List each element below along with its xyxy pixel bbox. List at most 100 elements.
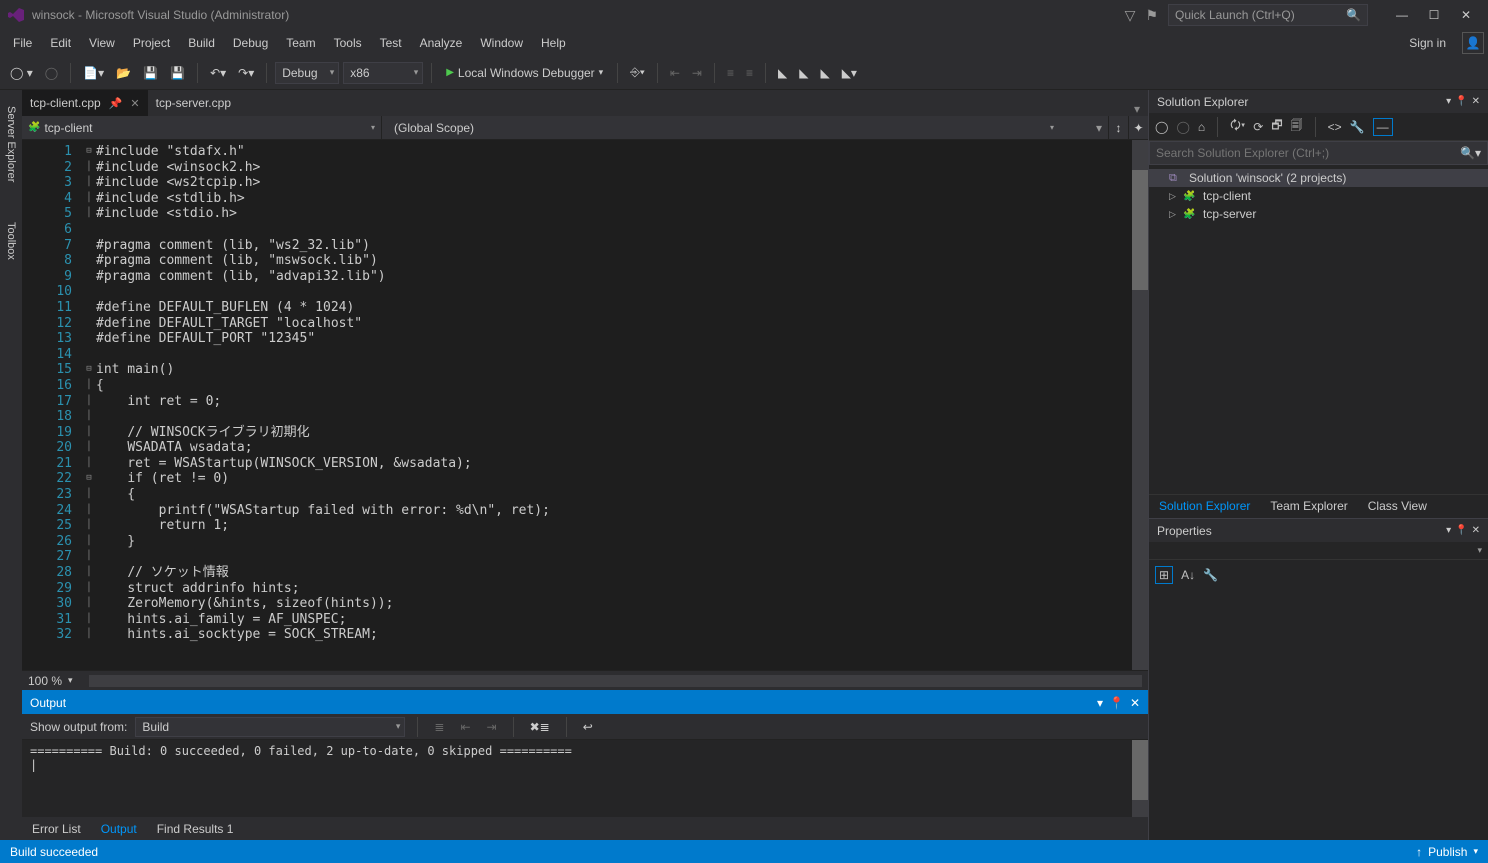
menu-team[interactable]: Team (277, 32, 324, 54)
menu-tools[interactable]: Tools (325, 32, 371, 54)
back-icon[interactable]: ◯ (1155, 120, 1168, 134)
window-dropdown-icon[interactable]: ▾ (1097, 696, 1103, 710)
menu-project[interactable]: Project (124, 32, 179, 54)
menu-window[interactable]: Window (471, 32, 532, 54)
pin-icon[interactable]: 📌 (109, 97, 123, 110)
output-body[interactable]: ========== Build: 0 succeeded, 0 failed,… (22, 740, 1148, 817)
menu-build[interactable]: Build (179, 32, 224, 54)
window-dropdown-icon[interactable]: ▾ (1446, 525, 1451, 536)
preview-icon[interactable]: — (1373, 118, 1393, 136)
menu-test[interactable]: Test (371, 32, 411, 54)
signin-link[interactable]: Sign in (1399, 32, 1456, 54)
pin-icon[interactable]: 📍 (1455, 525, 1467, 536)
undo-icon[interactable]: ↶▾ (206, 64, 230, 82)
tab-find-results[interactable]: Find Results 1 (147, 819, 244, 839)
nav-dd-icon[interactable]: ▾ (1096, 121, 1102, 135)
properties-icon[interactable]: 🔧 (1350, 120, 1365, 134)
tab-class-view[interactable]: Class View (1358, 495, 1437, 518)
toolbox-tab[interactable]: Toolbox (3, 212, 19, 270)
sync-icon[interactable]: 🗘▾ (1230, 116, 1245, 137)
refresh-icon[interactable]: ⟳ (1253, 120, 1263, 134)
property-pages-icon[interactable]: 🔧 (1203, 568, 1218, 582)
split-view-button[interactable]: ↕ (1108, 116, 1128, 139)
tab-tcp-server[interactable]: tcp-server.cpp (148, 90, 239, 116)
zoom-level[interactable]: 100 % (28, 674, 62, 688)
save-all-icon[interactable]: 💾 (166, 64, 189, 82)
output-header[interactable]: Output ▾ 📍 ✕ (22, 691, 1148, 714)
indent-icon[interactable]: ⇥ (688, 64, 706, 82)
bookmark-prev-icon[interactable]: ◣ (795, 64, 812, 82)
comment-icon[interactable]: ≡ (723, 64, 738, 82)
bookmark-next-icon[interactable]: ◣ (816, 64, 833, 82)
tree-project-node[interactable]: ▷ 🧩 tcp-client (1149, 187, 1488, 205)
solution-explorer-search[interactable]: 🔍▾ (1149, 141, 1488, 165)
horizontal-scrollbar[interactable] (89, 675, 1142, 687)
menu-file[interactable]: File (4, 32, 41, 54)
next-msg-icon[interactable]: ⇥ (483, 718, 501, 736)
categorized-icon[interactable]: ⊞ (1155, 566, 1173, 584)
quick-launch-input[interactable]: Quick Launch (Ctrl+Q) 🔍 (1168, 4, 1368, 26)
pin-icon[interactable]: 📍 (1109, 696, 1124, 710)
expand-icon[interactable]: ▷ (1169, 191, 1179, 202)
nav-fwd-icon[interactable]: ◯ (41, 64, 62, 82)
close-icon[interactable]: ✕ (1472, 525, 1480, 536)
output-scrollbar[interactable] (1132, 740, 1148, 817)
goto-msg-icon[interactable]: ≣ (430, 718, 448, 736)
tree-project-node[interactable]: ▷ 🧩 tcp-server (1149, 205, 1488, 223)
solution-explorer-search-input[interactable] (1156, 146, 1460, 160)
solution-tree[interactable]: ⧉ Solution 'winsock' (2 projects) ▷ 🧩 tc… (1149, 165, 1488, 494)
nav-scope-right[interactable]: (Global Scope) (382, 116, 1060, 139)
tab-solution-explorer[interactable]: Solution Explorer (1149, 495, 1260, 518)
properties-grid[interactable] (1149, 590, 1488, 840)
tab-overflow-button[interactable]: ▾ (1126, 102, 1148, 116)
collapse-icon[interactable]: 🗗 (1271, 116, 1282, 137)
redo-icon[interactable]: ↷▾ (234, 64, 258, 82)
tab-tcp-client[interactable]: tcp-client.cpp 📌 ✕ (22, 90, 148, 116)
nav-back-icon[interactable]: ◯ ▾ (6, 64, 37, 82)
properties-object-select[interactable]: ▾ (1149, 542, 1488, 560)
window-dropdown-icon[interactable]: ▾ (1446, 96, 1451, 107)
code-editor[interactable]: 1234567891011121314151617181920212223242… (22, 140, 1148, 670)
pin-icon[interactable]: 📍 (1455, 96, 1467, 107)
scroll-thumb[interactable] (1132, 170, 1148, 290)
filter-icon[interactable]: ▽ (1125, 7, 1136, 24)
zoom-dropdown-icon[interactable]: ▾ (68, 675, 73, 686)
code-content[interactable]: #include "stdafx.h"#include <winsock2.h>… (96, 140, 1148, 670)
notifications-icon[interactable]: ⚑ (1145, 7, 1158, 24)
tab-output[interactable]: Output (91, 819, 147, 839)
new-project-icon[interactable]: 📄▾ (79, 64, 108, 82)
server-explorer-tab[interactable]: Server Explorer (3, 96, 19, 192)
vertical-scrollbar[interactable] (1132, 140, 1148, 670)
expand-button[interactable]: ✦ (1128, 116, 1148, 139)
menu-view[interactable]: View (80, 32, 124, 54)
menu-help[interactable]: Help (532, 32, 575, 54)
open-icon[interactable]: 📂 (112, 64, 135, 82)
view-code-icon[interactable]: <> (1328, 120, 1342, 134)
word-wrap-icon[interactable]: ↩ (579, 718, 597, 736)
start-debugger-button[interactable]: ▶ Local Windows Debugger ▾ (440, 64, 609, 82)
config-select[interactable]: Debug (275, 62, 339, 84)
properties-header[interactable]: Properties ▾ 📍 ✕ (1149, 519, 1488, 542)
home-icon[interactable]: ⌂ (1198, 120, 1205, 134)
fwd-icon[interactable]: ◯ (1176, 120, 1189, 134)
save-icon[interactable]: 💾 (139, 64, 162, 82)
prev-msg-icon[interactable]: ⇤ (456, 718, 474, 736)
menu-edit[interactable]: Edit (41, 32, 80, 54)
menu-debug[interactable]: Debug (224, 32, 277, 54)
tab-error-list[interactable]: Error List (22, 819, 91, 839)
outdent-icon[interactable]: ⇤ (666, 64, 684, 82)
close-icon[interactable]: ✕ (1472, 96, 1480, 107)
publish-button[interactable]: ↑ Publish ▾ (1416, 845, 1478, 859)
maximize-button[interactable]: ☐ (1420, 5, 1448, 25)
scroll-thumb[interactable] (1132, 740, 1148, 800)
fold-column[interactable]: ⊟││││⊟││││││⊟││││││││││ (82, 140, 96, 670)
close-icon[interactable]: ✕ (130, 97, 139, 110)
alphabetical-icon[interactable]: A↓ (1181, 568, 1195, 582)
step-icon[interactable]: ⎆▾ (626, 63, 649, 82)
menu-analyze[interactable]: Analyze (411, 32, 472, 54)
tree-solution-node[interactable]: ⧉ Solution 'winsock' (2 projects) (1149, 169, 1488, 187)
user-icon[interactable]: 👤 (1462, 32, 1484, 54)
bookmark-toggle-icon[interactable]: ◣ (774, 64, 791, 82)
bookmark-clear-icon[interactable]: ◣▾ (838, 64, 861, 82)
minimize-button[interactable]: — (1388, 5, 1416, 25)
